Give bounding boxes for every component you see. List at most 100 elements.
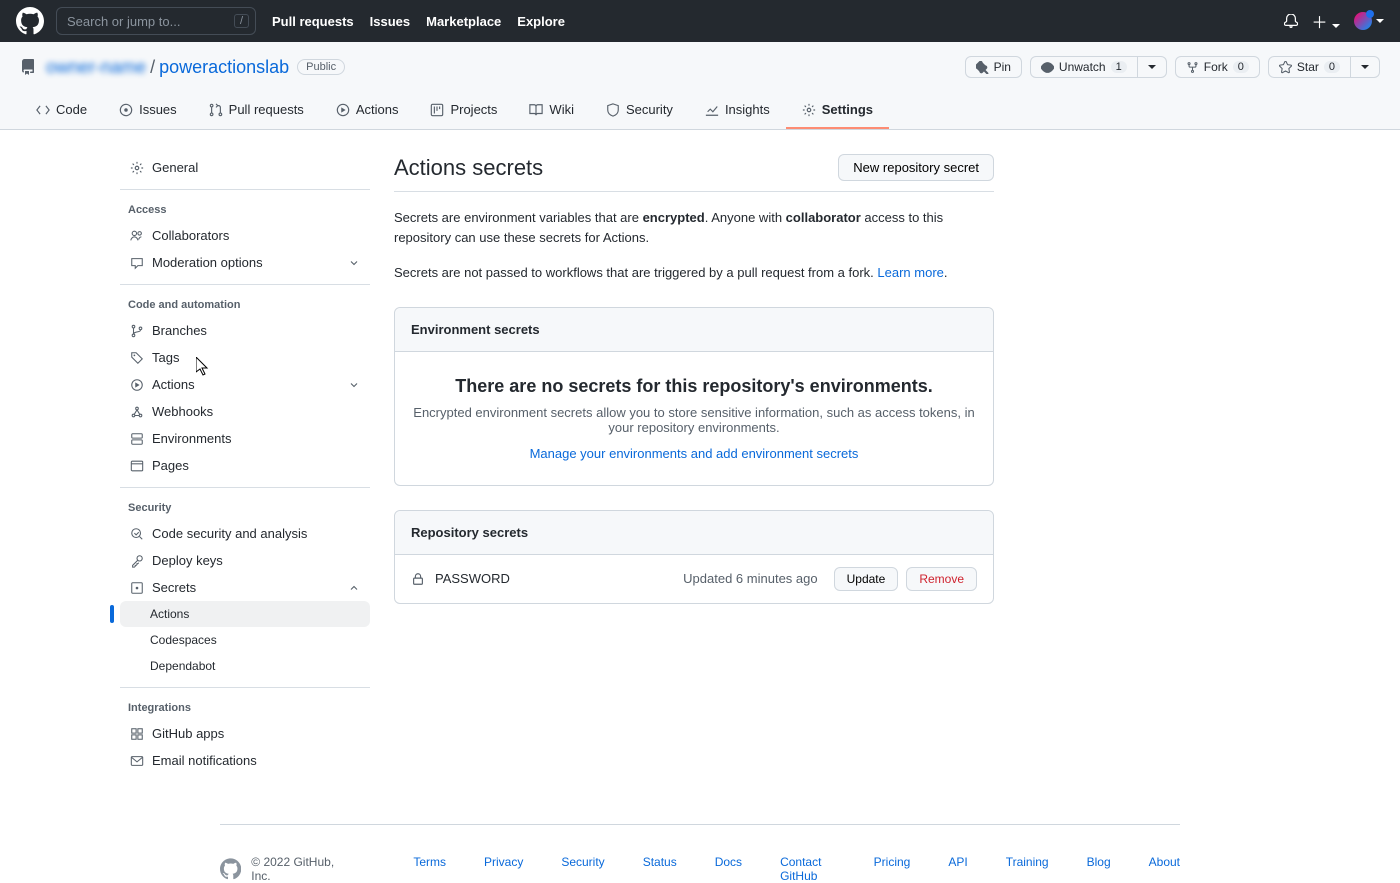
star-count: 0: [1324, 61, 1340, 73]
sidebar-item-deploy-keys[interactable]: Deploy keys: [120, 547, 370, 574]
github-logo-icon[interactable]: [220, 858, 241, 880]
play-icon: [130, 378, 144, 392]
footer-about[interactable]: About: [1149, 855, 1180, 883]
footer-api[interactable]: API: [948, 855, 967, 883]
sidebar-item-moderation[interactable]: Moderation options: [120, 249, 370, 276]
repo-header: owner-name / poweractionslab Public Pin …: [0, 42, 1400, 130]
tab-pull-requests[interactable]: Pull requests: [193, 92, 320, 129]
nav-issues[interactable]: Issues: [370, 14, 410, 29]
gear-icon: [802, 103, 816, 117]
header-nav: Pull requests Issues Marketplace Explore: [272, 14, 565, 29]
repo-title: owner-name / poweractionslab Public: [20, 57, 345, 78]
issue-icon: [119, 103, 133, 117]
header-right: ＋: [1284, 9, 1384, 33]
footer-docs[interactable]: Docs: [715, 855, 742, 883]
tab-insights[interactable]: Insights: [689, 92, 786, 129]
sidebar-item-secrets-dependabot[interactable]: Dependabot: [120, 653, 370, 679]
nav-marketplace[interactable]: Marketplace: [426, 14, 501, 29]
footer-blog[interactable]: Blog: [1087, 855, 1111, 883]
footer: © 2022 GitHub, Inc. Terms Privacy Securi…: [220, 824, 1180, 883]
github-logo-icon[interactable]: [16, 7, 44, 35]
learn-more-link[interactable]: Learn more: [877, 265, 943, 280]
search-placeholder: Search or jump to...: [67, 14, 180, 29]
pin-button[interactable]: Pin: [965, 56, 1022, 78]
pin-icon: [976, 61, 989, 74]
repo-icon: [20, 59, 36, 75]
nav-pull-requests[interactable]: Pull requests: [272, 14, 354, 29]
code-icon: [36, 103, 50, 117]
copyright: © 2022 GitHub, Inc.: [251, 855, 353, 883]
avatar: [1354, 12, 1372, 30]
sidebar-item-tags[interactable]: Tags: [120, 344, 370, 371]
tab-actions[interactable]: Actions: [320, 92, 415, 129]
repo-name-link[interactable]: poweractionslab: [159, 57, 289, 78]
sidebar-item-actions[interactable]: Actions: [120, 371, 370, 398]
search-input[interactable]: Search or jump to... /: [56, 7, 256, 35]
add-menu[interactable]: ＋: [1312, 9, 1340, 33]
unwatch-button[interactable]: Unwatch 1: [1030, 56, 1138, 78]
search-slash-hint: /: [234, 14, 249, 28]
pin-label: Pin: [994, 60, 1011, 74]
secret-name-text: PASSWORD: [435, 571, 510, 586]
watch-count: 1: [1111, 61, 1127, 73]
footer-terms[interactable]: Terms: [413, 855, 446, 883]
footer-security[interactable]: Security: [561, 855, 604, 883]
sidebar-item-branches[interactable]: Branches: [120, 317, 370, 344]
sidebar-item-environments[interactable]: Environments: [120, 425, 370, 452]
user-menu[interactable]: [1354, 12, 1384, 30]
browser-icon: [130, 459, 144, 473]
new-repository-secret-button[interactable]: New repository secret: [838, 154, 994, 181]
footer-contact[interactable]: Contact GitHub: [780, 855, 836, 883]
footer-status[interactable]: Status: [643, 855, 677, 883]
sidebar-item-pages[interactable]: Pages: [120, 452, 370, 479]
footer-pricing[interactable]: Pricing: [874, 855, 911, 883]
environment-secrets-header: Environment secrets: [395, 308, 993, 352]
sidebar-item-webhooks[interactable]: Webhooks: [120, 398, 370, 425]
eye-icon: [1041, 61, 1054, 74]
sidebar-item-collaborators[interactable]: Collaborators: [120, 222, 370, 249]
star-label: Star: [1297, 60, 1319, 74]
sidebar-header-code: Code and automation: [120, 293, 370, 317]
people-icon: [130, 229, 144, 243]
nav-explore[interactable]: Explore: [517, 14, 565, 29]
repo-actions: Pin Unwatch 1 Fork0 Star 0: [965, 56, 1380, 78]
fork-icon: [1186, 61, 1199, 74]
sidebar-item-github-apps[interactable]: GitHub apps: [120, 720, 370, 747]
sidebar-item-secrets-actions[interactable]: Actions: [120, 601, 370, 627]
chevron-up-icon: [348, 582, 360, 594]
bell-icon[interactable]: [1284, 14, 1298, 28]
env-empty-desc: Encrypted environment secrets allow you …: [411, 405, 977, 435]
footer-training[interactable]: Training: [1006, 855, 1049, 883]
footer-privacy[interactable]: Privacy: [484, 855, 523, 883]
tab-security[interactable]: Security: [590, 92, 689, 129]
star-button[interactable]: Star 0: [1268, 56, 1351, 78]
fork-label: Fork: [1204, 60, 1228, 74]
unwatch-label: Unwatch: [1059, 60, 1106, 74]
secret-row: PASSWORD Updated 6 minutes ago Update Re…: [395, 555, 993, 603]
manage-environments-link[interactable]: Manage your environments and add environ…: [530, 446, 859, 461]
description-2: Secrets are not passed to workflows that…: [394, 263, 994, 283]
fork-button[interactable]: Fork0: [1175, 56, 1260, 78]
tab-wiki[interactable]: Wiki: [513, 92, 590, 129]
sidebar-item-secrets[interactable]: Secrets: [120, 574, 370, 601]
repo-tabs: Code Issues Pull requests Actions Projec…: [20, 92, 1380, 129]
tab-issues[interactable]: Issues: [103, 92, 193, 129]
unwatch-dropdown[interactable]: [1138, 56, 1167, 78]
tab-settings[interactable]: Settings: [786, 92, 889, 129]
tab-code[interactable]: Code: [20, 92, 103, 129]
repo-owner-link[interactable]: owner-name: [46, 57, 146, 78]
shield-icon: [606, 103, 620, 117]
pr-icon: [209, 103, 223, 117]
webhook-icon: [130, 405, 144, 419]
update-secret-button[interactable]: Update: [834, 567, 899, 591]
sidebar-item-secrets-codespaces[interactable]: Codespaces: [120, 627, 370, 653]
remove-secret-button[interactable]: Remove: [906, 567, 977, 591]
graph-icon: [705, 103, 719, 117]
page-title: Actions secrets: [394, 155, 543, 181]
tab-projects[interactable]: Projects: [414, 92, 513, 129]
sidebar-item-general[interactable]: General: [120, 154, 370, 181]
chevron-down-icon: [348, 257, 360, 269]
star-dropdown[interactable]: [1351, 56, 1380, 78]
sidebar-item-code-security[interactable]: Code security and analysis: [120, 520, 370, 547]
sidebar-item-email-notifications[interactable]: Email notifications: [120, 747, 370, 774]
